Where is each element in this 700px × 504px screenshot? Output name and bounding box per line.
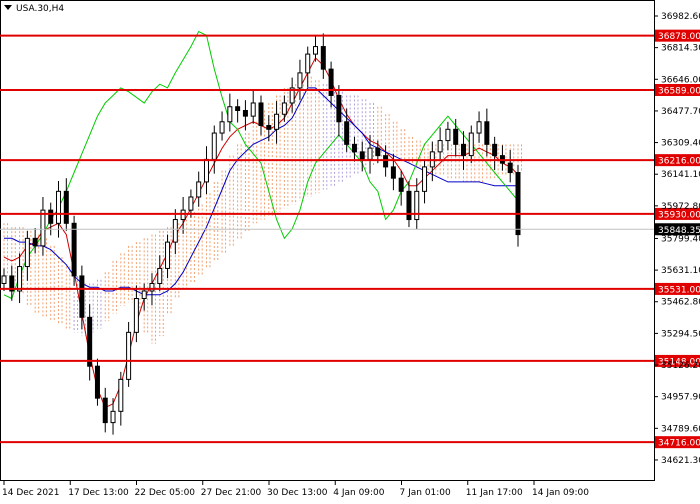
candle-body [258, 102, 264, 127]
y-tick-label: 35294.50 [661, 329, 700, 339]
candle-body [235, 106, 241, 111]
candle-body [476, 121, 482, 134]
candle-body [422, 166, 428, 192]
y-tick-label: 34789.60 [661, 424, 700, 434]
candle-body [63, 190, 69, 224]
candle-body [305, 53, 311, 74]
candle-body [126, 331, 132, 380]
candle-body [320, 46, 326, 70]
chart-svg: 36878.00 36589.00 36216.00 35930.00 35531.00… [0, 0, 700, 498]
x-tick-label: 14 Dec 2021 [2, 488, 60, 498]
x-tick-label: 4 Jan 09:00 [333, 488, 385, 498]
y-tick-label: 35972.80 [661, 202, 700, 212]
candle-body [118, 378, 124, 412]
y-axis: 36982.60 36814.30 36646.00 36477.70 36309.40… [654, 12, 700, 466]
x-tick-label: 30 Dec 13:00 [267, 488, 328, 498]
candle-body [414, 190, 420, 221]
x-tick-label: 17 Dec 13:00 [68, 488, 129, 498]
candle-body [141, 290, 147, 300]
candle-body [56, 190, 62, 224]
candle-body [203, 158, 209, 183]
candle-body [94, 365, 100, 399]
candle-body [110, 410, 116, 424]
candle-body [1, 275, 7, 284]
candle-body [17, 266, 23, 292]
candle-body [133, 298, 139, 333]
y-tick-label: 36141.10 [661, 170, 700, 180]
level-price-label: 35930.00 [658, 210, 700, 220]
candle-body [227, 106, 233, 123]
candle-body [79, 275, 85, 318]
candle-body [515, 172, 521, 236]
candle-body [390, 166, 396, 179]
candle-body [102, 397, 108, 424]
candle-body [266, 125, 272, 130]
candle-body [188, 196, 194, 211]
candle-body [445, 128, 451, 142]
candle-body [157, 267, 163, 284]
candle-body [344, 121, 350, 145]
candle-body [297, 72, 303, 89]
x-tick-label: 7 Jan 01:00 [400, 488, 452, 498]
y-tick-label: 36814.30 [661, 44, 700, 54]
candle-body [492, 143, 498, 157]
y-tick-label: 36309.40 [661, 139, 700, 149]
candle-body [383, 155, 389, 168]
candle-body [281, 102, 287, 115]
candle-body [274, 113, 280, 130]
candle-body [40, 209, 46, 247]
candle-body [351, 143, 357, 153]
x-tick-label: 27 Dec 21:00 [201, 488, 262, 498]
level-price-label: 35531.00 [658, 285, 700, 295]
candle-body [196, 181, 202, 198]
candle-body [313, 46, 319, 55]
chart: 36878.00 36589.00 36216.00 35930.00 35531.00… [0, 0, 700, 500]
candle-body [507, 162, 513, 174]
level-price-label: 36589.00 [658, 87, 700, 97]
candle-body [165, 241, 171, 269]
candle-body [172, 219, 178, 243]
y-tick-label: 34621.30 [661, 456, 700, 466]
candle-body [328, 68, 334, 96]
x-tick-label: 14 Jan 09:00 [532, 488, 589, 498]
candle-body [468, 132, 474, 157]
y-tick-label: 35799.40 [661, 234, 700, 244]
candle-body [48, 209, 54, 224]
candle-body [250, 102, 256, 117]
y-tick-label: 34957.90 [661, 393, 700, 403]
candle-body [453, 128, 459, 145]
candle-body [460, 143, 466, 157]
candle-body [437, 140, 443, 153]
candle-body [375, 147, 381, 157]
candle-body [336, 94, 342, 123]
candle-body [398, 177, 404, 192]
candle-body [32, 237, 38, 247]
candle-body [87, 316, 93, 367]
candle-body [71, 222, 77, 277]
candle-body [484, 121, 490, 145]
candle-body [242, 109, 248, 117]
level-price-label: 36878.00 [658, 32, 700, 42]
level-price-label: 36216.00 [658, 157, 700, 167]
x-tick-label: 11 Jan 17:00 [466, 488, 523, 498]
candle-body [359, 151, 365, 160]
y-tick-label: 35631.10 [661, 266, 700, 276]
candle-body [367, 147, 373, 160]
y-tick-label: 35126.20 [661, 361, 700, 371]
y-tick-label: 36982.60 [661, 12, 700, 22]
candle-body [219, 121, 225, 134]
x-axis: 14 Dec 2021 17 Dec 13:00 22 Dec 05:00 27 De… [2, 480, 589, 498]
y-tick-label: 36477.70 [661, 107, 700, 117]
candle-body [211, 132, 217, 160]
y-tick-label: 35462.80 [661, 298, 700, 308]
y-tick-label: 36646.00 [661, 75, 700, 85]
symbol-label: USA.30,H4 [16, 4, 64, 14]
candle-body [24, 237, 30, 268]
x-tick-label: 22 Dec 05:00 [135, 488, 196, 498]
level-price-label: 34716.00 [658, 439, 700, 449]
candle-body [406, 190, 412, 221]
